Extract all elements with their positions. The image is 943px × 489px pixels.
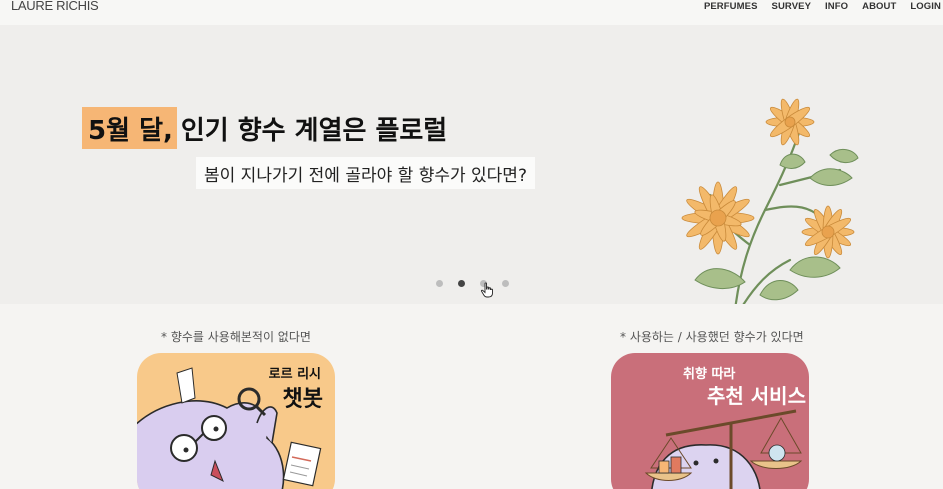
chatbot-card[interactable]: 로르 리시 챗봇: [137, 353, 335, 489]
nav-survey[interactable]: SURVEY: [772, 1, 812, 13]
nav-info[interactable]: INFO: [825, 1, 848, 13]
flower-illustration: [681, 98, 859, 304]
recommend-card[interactable]: 취향 따라 추천 서비스: [611, 353, 809, 489]
carousel-dot-1[interactable]: [436, 280, 443, 287]
nav-login[interactable]: LOGIN: [910, 1, 941, 13]
hero-title: 5월 달, 인기 향수 계열은 플로럴: [82, 107, 447, 149]
recommend-caption: * 사용하는 / 사용했던 향수가 있다면: [620, 330, 804, 344]
chatbot-caption: * 향수를 사용해본적이 없다면: [161, 330, 311, 344]
hero-title-highlight: 5월 달,: [82, 107, 177, 149]
carousel-dot-4[interactable]: [502, 280, 509, 287]
hero-carousel[interactable]: 5월 달, 인기 향수 계열은 플로럴 봄이 지나가기 전에 골라야 할 향수가…: [0, 25, 943, 304]
nav-perfumes[interactable]: PERFUMES: [704, 1, 758, 13]
hand-pointer-icon: [480, 282, 493, 298]
main-nav: PERFUMES SURVEY INFO ABOUT LOGIN: [690, 0, 943, 14]
chatbot-card-subtitle: 로르 리시: [268, 367, 321, 382]
carousel-dot-2[interactable]: [458, 280, 465, 287]
nav-about[interactable]: ABOUT: [862, 1, 896, 13]
hero-title-rest: 인기 향수 계열은 플로럴: [180, 115, 448, 146]
top-navbar: LAURE RICHIS PERFUMES SURVEY INFO ABOUT …: [0, 0, 943, 25]
service-section: * 향수를 사용해본적이 없다면 * 사용하는 / 사용했던 향수가 있다면 로…: [0, 304, 943, 489]
recommend-card-title: 추천 서비스: [707, 384, 806, 408]
chatbot-card-title: 챗봇: [282, 387, 323, 412]
site-logo[interactable]: LAURE RICHIS: [11, 0, 99, 13]
hero-subtitle: 봄이 지나가기 전에 골라야 할 향수가 있다면?: [196, 157, 535, 189]
